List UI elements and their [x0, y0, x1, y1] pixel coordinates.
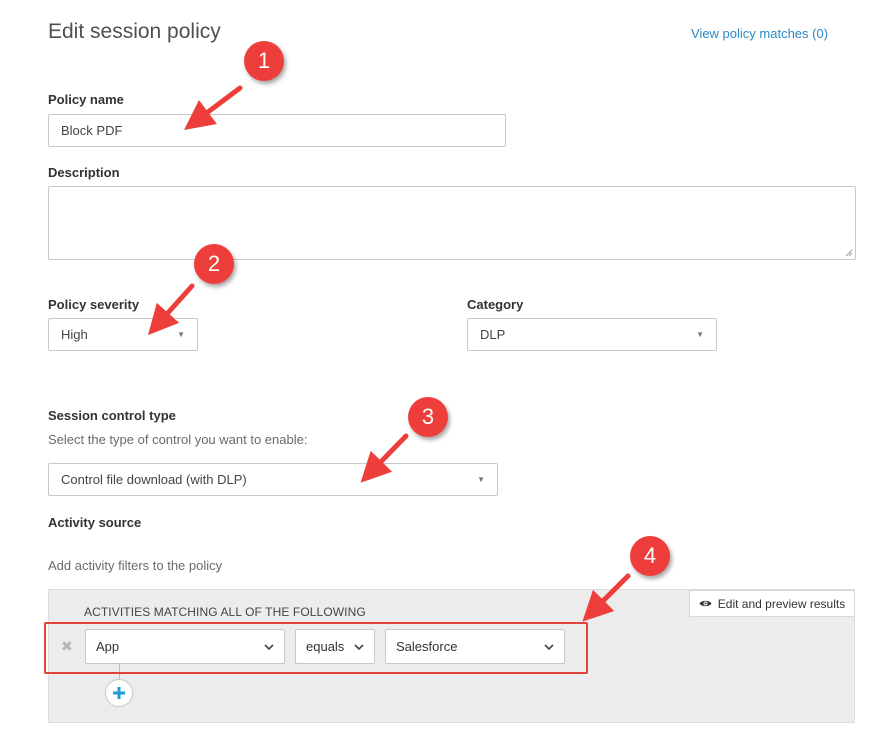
annotation-badge-3: 3: [408, 397, 448, 437]
annotation-arrow-1: [184, 85, 243, 130]
annotation-arrow-4: [582, 573, 631, 622]
annotation-badge-2: 2: [194, 244, 234, 284]
annotation-arrows: [147, 85, 631, 622]
annotation-badge-4: 4: [630, 536, 670, 576]
annotation-badge-1: 1: [244, 41, 284, 81]
annotation-arrow-2: [147, 283, 195, 336]
annotation-arrow-3: [360, 433, 409, 483]
